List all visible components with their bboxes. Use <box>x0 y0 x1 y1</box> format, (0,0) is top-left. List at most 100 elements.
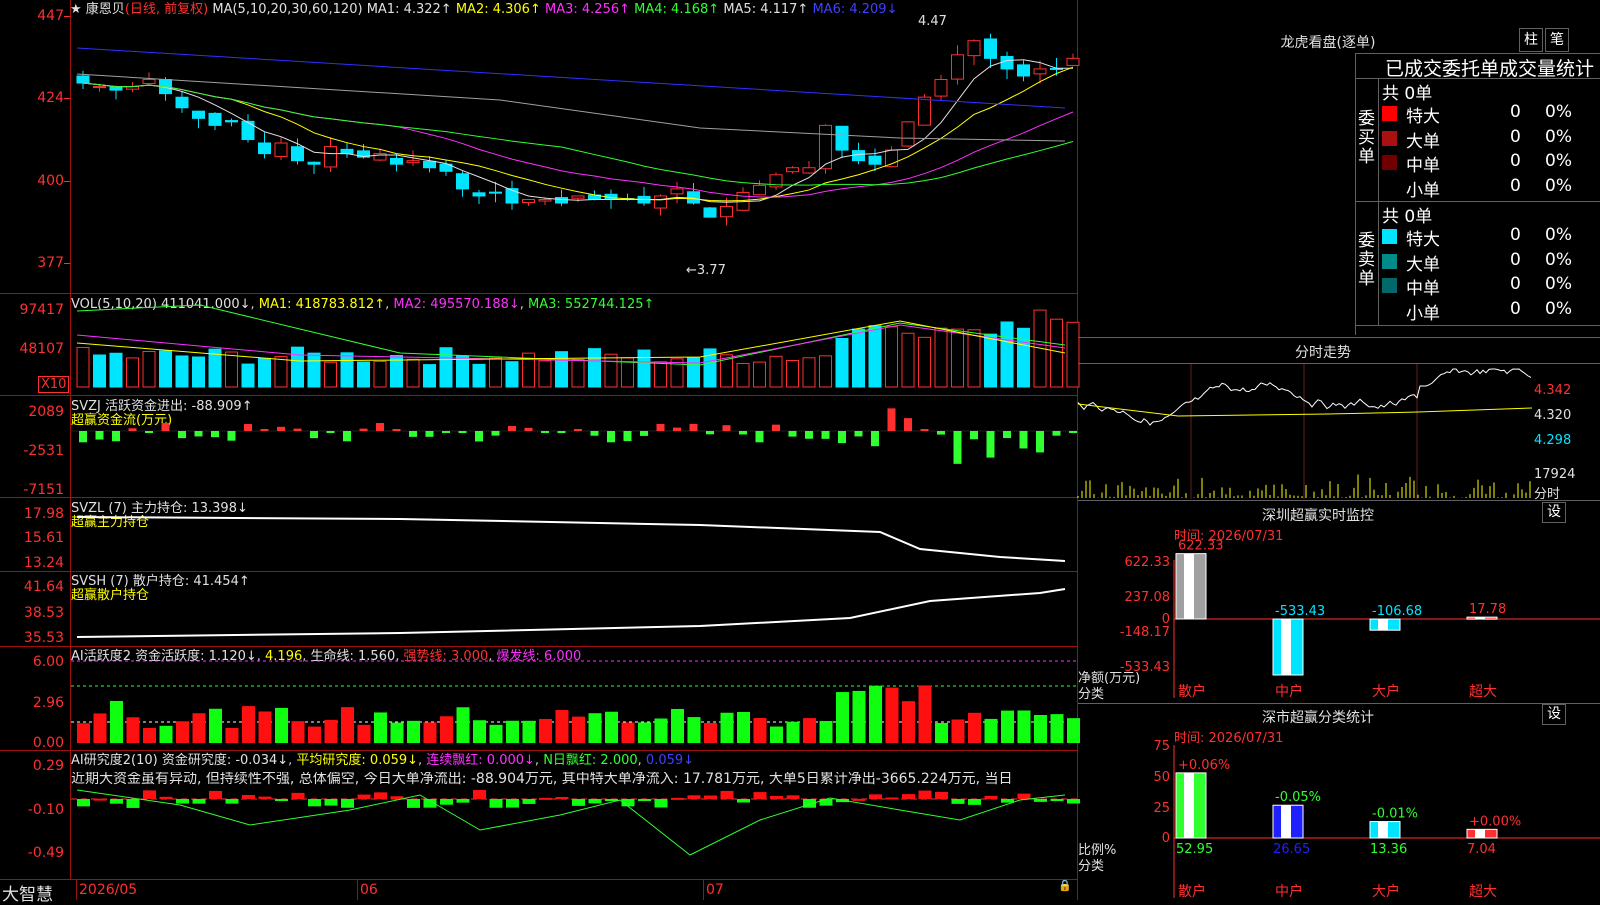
column-mode-button[interactable]: 柱 <box>1519 28 1543 52</box>
volume-bar <box>687 356 700 388</box>
lock-icon[interactable]: 🔒 <box>1058 879 1072 892</box>
activity-bar <box>770 726 783 743</box>
research-bar <box>588 799 602 804</box>
fs-tick: 4.298 <box>1534 433 1572 448</box>
volume-bar <box>1050 318 1063 388</box>
activity-bar <box>555 710 569 743</box>
flow-bar <box>491 431 500 436</box>
axis-label: 50 <box>1153 770 1170 785</box>
fund-flow-chart[interactable] <box>0 395 1078 497</box>
volume-bar <box>109 352 123 388</box>
activity-bar <box>176 721 189 743</box>
category-label: 散户 <box>1178 683 1206 700</box>
flow-bar <box>854 431 863 437</box>
flow-bar <box>788 431 797 437</box>
research-bar <box>869 794 882 799</box>
flow-bar <box>541 431 549 433</box>
order-type: 特大 <box>1406 107 1440 127</box>
flow-bar <box>211 431 219 438</box>
research-bar <box>324 799 338 806</box>
stroke-mode-button[interactable]: 笔 <box>1545 28 1569 52</box>
flow-bar <box>293 428 302 431</box>
right-panel: 龙虎看盘(逐单) 柱 笔 已成交委托单成交量统计 委买单 共 0单 特大 0 0… <box>1077 0 1600 900</box>
intraday-chart[interactable] <box>1077 364 1533 499</box>
research-bar <box>159 796 173 799</box>
data-label: 17.78 <box>1469 602 1506 617</box>
volume-bar <box>274 356 288 388</box>
research-bar <box>357 794 371 799</box>
order-count: 0 <box>1510 274 1521 294</box>
axis-label: 25 <box>1153 801 1170 816</box>
activity-bar <box>522 720 536 743</box>
order-count: 0 <box>1510 298 1521 319</box>
flow-bar <box>871 431 879 447</box>
activity-bar <box>1017 710 1031 743</box>
color-swatch <box>1382 106 1397 121</box>
axis-label: -148.17 <box>1120 625 1170 640</box>
volume-chart[interactable] <box>0 293 1080 395</box>
research-line <box>76 789 1066 856</box>
candle-body <box>241 120 255 141</box>
order-count: 0 <box>1510 249 1521 270</box>
research-chart[interactable] <box>0 750 1080 879</box>
order-count: 0 <box>1510 225 1521 245</box>
fs-tick: 4.320 <box>1534 408 1572 423</box>
activity-chart[interactable] <box>0 646 1080 750</box>
candle-body <box>901 121 915 147</box>
candle-body <box>786 167 799 173</box>
research-bar <box>1050 799 1064 802</box>
volume-bar <box>819 355 832 388</box>
flow-bar <box>1052 431 1061 436</box>
ratio-chart[interactable]: 75 50 25 0 +0.06% 散户 -0.05% 中户 -0.01% 大户 +0.00% 超大 5… <box>1078 739 1600 900</box>
activity-bar <box>473 720 486 743</box>
candle-body <box>835 125 849 151</box>
research-bar <box>984 795 998 799</box>
activity-bar <box>308 726 321 743</box>
retail-holding-chart[interactable] <box>0 571 1078 646</box>
activity-bar <box>291 721 305 743</box>
order-type: 特大 <box>1406 230 1440 250</box>
flow-bar <box>145 431 153 433</box>
research-bar <box>704 795 717 799</box>
flow-bar <box>475 431 483 442</box>
sz-monitor-settings-button[interactable]: 设 <box>1542 502 1566 523</box>
candle-body <box>522 198 535 203</box>
flow-bar <box>244 423 252 431</box>
activity-bar <box>951 719 965 743</box>
research-bar <box>374 792 387 799</box>
flow-bar <box>689 423 698 431</box>
flow-bar <box>128 428 137 431</box>
volume-bar <box>835 337 849 388</box>
candle-body <box>984 38 997 59</box>
candle-body <box>703 207 717 218</box>
flow-bar <box>838 431 846 444</box>
ma-line <box>76 47 1066 109</box>
net-amount-chart[interactable]: 622.33237.080-148.17-533.43622.33散户-533.… <box>1078 539 1600 703</box>
volume-bar <box>934 327 948 388</box>
value-label: 52.95 <box>1176 842 1213 857</box>
category-label: 大户 <box>1372 883 1400 900</box>
order-row: 大单 0 0% <box>1382 127 1600 152</box>
order-count: 0 <box>1510 151 1521 171</box>
main-chart-area[interactable]: ★ 康恩贝(日线, 前复权) MA(5,10,20,30,60,120) MA1… <box>0 0 1080 905</box>
bar-highlight <box>1281 805 1291 838</box>
volume-bar <box>258 357 271 388</box>
order-count: 0 <box>1510 102 1521 122</box>
flow-bar <box>656 423 665 431</box>
candle-body <box>274 142 288 157</box>
color-swatch <box>1382 302 1397 318</box>
activity-bar <box>753 718 767 743</box>
sell-total: 共 0单 <box>1382 207 1433 227</box>
candlestick-chart[interactable] <box>0 0 1080 293</box>
main-holding-chart[interactable] <box>0 497 1078 571</box>
candle-body <box>571 195 585 199</box>
bar-highlight <box>1281 619 1291 676</box>
research-bar <box>291 792 305 799</box>
flow-bar <box>227 431 236 441</box>
research-bar <box>555 797 569 800</box>
sz-class-settings-button[interactable]: 设 <box>1542 704 1566 725</box>
volume-bar <box>588 348 601 388</box>
volume-bar <box>868 325 882 388</box>
activity-bar <box>588 713 602 743</box>
activity-bar <box>638 722 651 743</box>
